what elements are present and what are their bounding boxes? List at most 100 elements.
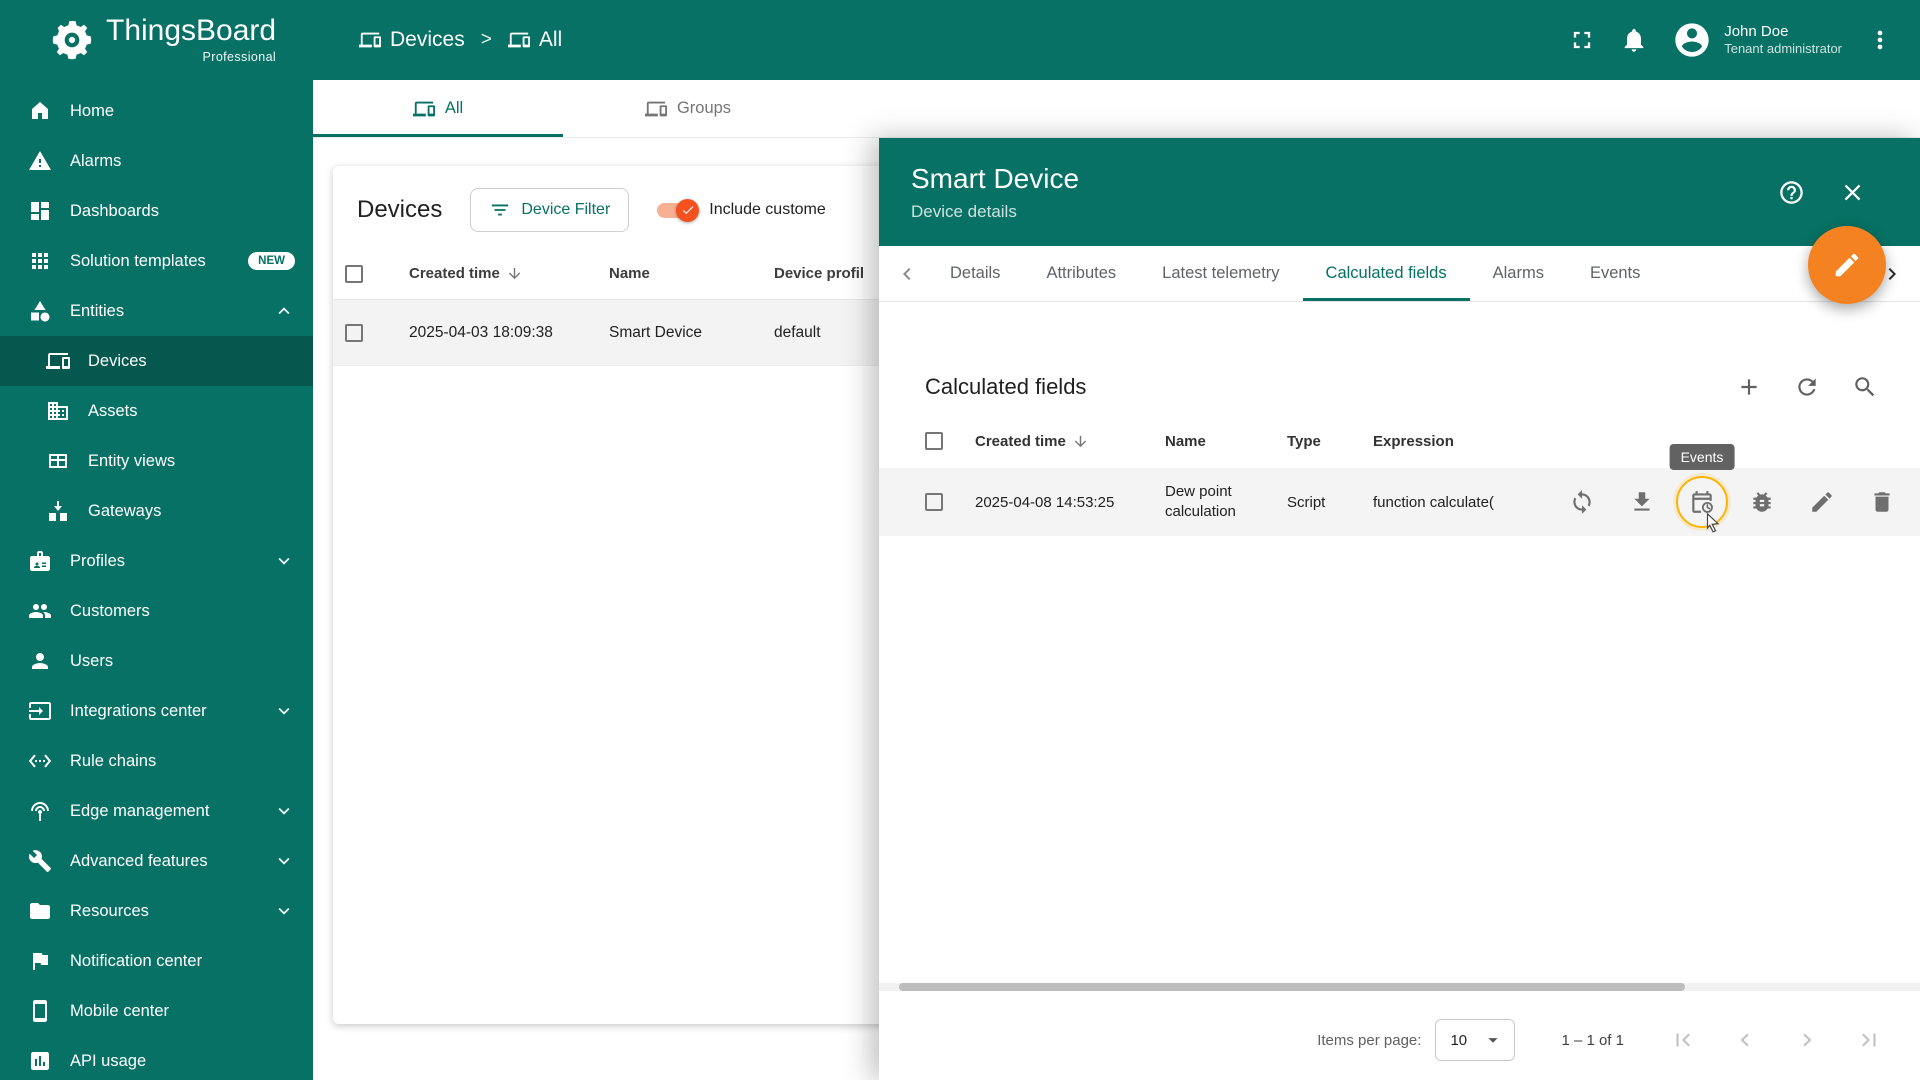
sidebar-item-entities[interactable]: Entities [0, 286, 313, 336]
sidebar-item-customers[interactable]: Customers [0, 586, 313, 636]
sidebar-item-entity-views[interactable]: Entity views [0, 436, 313, 486]
chevron-right-icon [1794, 1027, 1820, 1053]
sidebar-item-users[interactable]: Users [0, 636, 313, 686]
previous-page-button[interactable] [1732, 1027, 1758, 1053]
fullscreen-button[interactable] [1568, 26, 1596, 54]
tab-attributes[interactable]: Attributes [1023, 246, 1139, 301]
sidebar-item-solution-templates[interactable]: Solution templates NEW [0, 236, 313, 286]
sidebar-item-label: Home [70, 101, 115, 120]
export-button[interactable] [1628, 488, 1656, 516]
first-page-button[interactable] [1670, 1027, 1696, 1053]
sidebar-item-advanced-features[interactable]: Advanced features [0, 836, 313, 886]
cell-type: Script [1287, 493, 1326, 511]
api-usage-icon [28, 1049, 52, 1073]
table-row[interactable]: 2025-04-08 14:53:25 Dew point calculatio… [879, 444, 1920, 536]
breadcrumb-item-devices[interactable]: Devices [359, 28, 465, 52]
cell-created-time: 2025-04-03 18:09:38 [409, 323, 553, 341]
refresh-button[interactable] [1794, 374, 1820, 400]
tab-label: Details [950, 264, 1001, 282]
help-button[interactable] [1778, 179, 1805, 206]
sidebar-item-mobile-center[interactable]: Mobile center [0, 986, 313, 1036]
events-button[interactable]: Events [1669, 444, 1735, 516]
tab-label: Latest telemetry [1162, 264, 1280, 282]
sidebar-item-label: Rule chains [70, 751, 157, 770]
reprocess-button[interactable] [1568, 488, 1596, 516]
sidebar-item-label: API usage [70, 1051, 147, 1070]
tabs-scroll-left-button[interactable] [887, 246, 927, 301]
chevron-down-icon [273, 900, 295, 922]
last-page-button[interactable] [1856, 1027, 1882, 1053]
horizontal-scrollbar[interactable] [899, 983, 1685, 991]
topbar-actions: John Doe Tenant administrator [1568, 20, 1920, 60]
column-expression[interactable]: Expression [1373, 433, 1538, 450]
edge-management-icon [28, 799, 52, 823]
sidebar-item-devices[interactable]: Devices [0, 336, 313, 386]
sidebar-item-api-usage[interactable]: API usage [0, 1036, 313, 1080]
notification-center-icon [28, 949, 52, 973]
sidebar-item-dashboards[interactable]: Dashboards [0, 186, 313, 236]
column-name[interactable]: Name [1165, 433, 1287, 450]
add-calculated-field-button[interactable] [1736, 374, 1762, 400]
sidebar-item-alarms[interactable]: Alarms [0, 136, 313, 186]
thingsboard-logo[interactable]: ThingsBoard Professional [0, 16, 313, 64]
sidebar-item-home[interactable]: Home [0, 86, 313, 136]
sidebar-item-edge-management[interactable]: Edge management [0, 786, 313, 836]
tab-alarms[interactable]: Alarms [1470, 246, 1567, 301]
column-created-time[interactable]: Created time [975, 433, 1165, 450]
edit-fab-button[interactable] [1808, 226, 1886, 304]
bell-icon [1620, 26, 1648, 54]
sidebar-item-resources[interactable]: Resources [0, 886, 313, 936]
sidebar-item-profiles[interactable]: Profiles [0, 536, 313, 586]
more-menu-button[interactable] [1866, 26, 1894, 54]
row-checkbox[interactable] [925, 493, 943, 511]
row-checkbox[interactable] [345, 323, 363, 342]
column-type[interactable]: Type [1287, 433, 1373, 450]
next-page-button[interactable] [1794, 1027, 1820, 1053]
select-all-checkbox[interactable] [925, 432, 943, 450]
tab-groups[interactable]: Groups [563, 80, 813, 137]
user-menu[interactable]: John Doe Tenant administrator [1672, 20, 1842, 60]
paginator: Items per page: 10 1 – 1 of 1 [879, 1012, 1920, 1068]
device-filter-button[interactable]: Device Filter [470, 188, 630, 232]
caret-down-icon [1482, 1029, 1504, 1051]
solution-templates-icon [28, 249, 52, 273]
select-all-checkbox[interactable] [345, 264, 363, 283]
sidebar-item-label: Entity views [88, 451, 176, 470]
debug-button[interactable] [1748, 488, 1776, 516]
tab-calculated-fields[interactable]: Calculated fields [1302, 246, 1470, 301]
tab-latest-telemetry[interactable]: Latest telemetry [1139, 246, 1302, 301]
sidebar-item-gateways[interactable]: Gateways [0, 486, 313, 536]
chevron-down-icon [273, 700, 295, 722]
bug-icon [1749, 489, 1775, 515]
breadcrumb-item-all[interactable]: All [508, 28, 562, 52]
close-icon [1839, 179, 1866, 206]
sidebar-item-integrations-center[interactable]: Integrations center [0, 686, 313, 736]
sidebar-item-assets[interactable]: Assets [0, 386, 313, 436]
download-icon [1629, 489, 1655, 515]
search-button[interactable] [1852, 374, 1878, 400]
sidebar-item-label: Edge management [70, 801, 210, 820]
notifications-button[interactable] [1620, 26, 1648, 54]
edit-button[interactable] [1808, 488, 1836, 516]
breadcrumb-separator: > [480, 29, 492, 50]
sidebar-item-notification-center[interactable]: Notification center [0, 936, 313, 986]
fullscreen-icon [1568, 26, 1596, 54]
warning-icon [28, 149, 52, 173]
items-per-page-select[interactable]: 10 [1435, 1019, 1516, 1061]
gear-logo-icon [50, 18, 94, 62]
items-per-page-label: Items per page: [1317, 1031, 1422, 1049]
column-name[interactable]: Name [609, 265, 774, 282]
delete-button[interactable] [1868, 488, 1896, 516]
tab-label: Alarms [1492, 264, 1544, 282]
tab-details[interactable]: Details [927, 246, 1023, 301]
include-customers-toggle[interactable] [657, 198, 700, 222]
column-created-time[interactable]: Created time [409, 265, 609, 282]
sidebar-item-rule-chains[interactable]: Rule chains [0, 736, 313, 786]
items-per-page-value: 10 [1450, 1031, 1468, 1049]
tab-events[interactable]: Events [1567, 246, 1663, 301]
column-label: Expression [1373, 432, 1454, 450]
cell-name: Smart Device [609, 323, 703, 341]
tab-all[interactable]: All [313, 80, 563, 137]
chevron-left-icon [1732, 1027, 1758, 1053]
close-button[interactable] [1839, 179, 1866, 206]
